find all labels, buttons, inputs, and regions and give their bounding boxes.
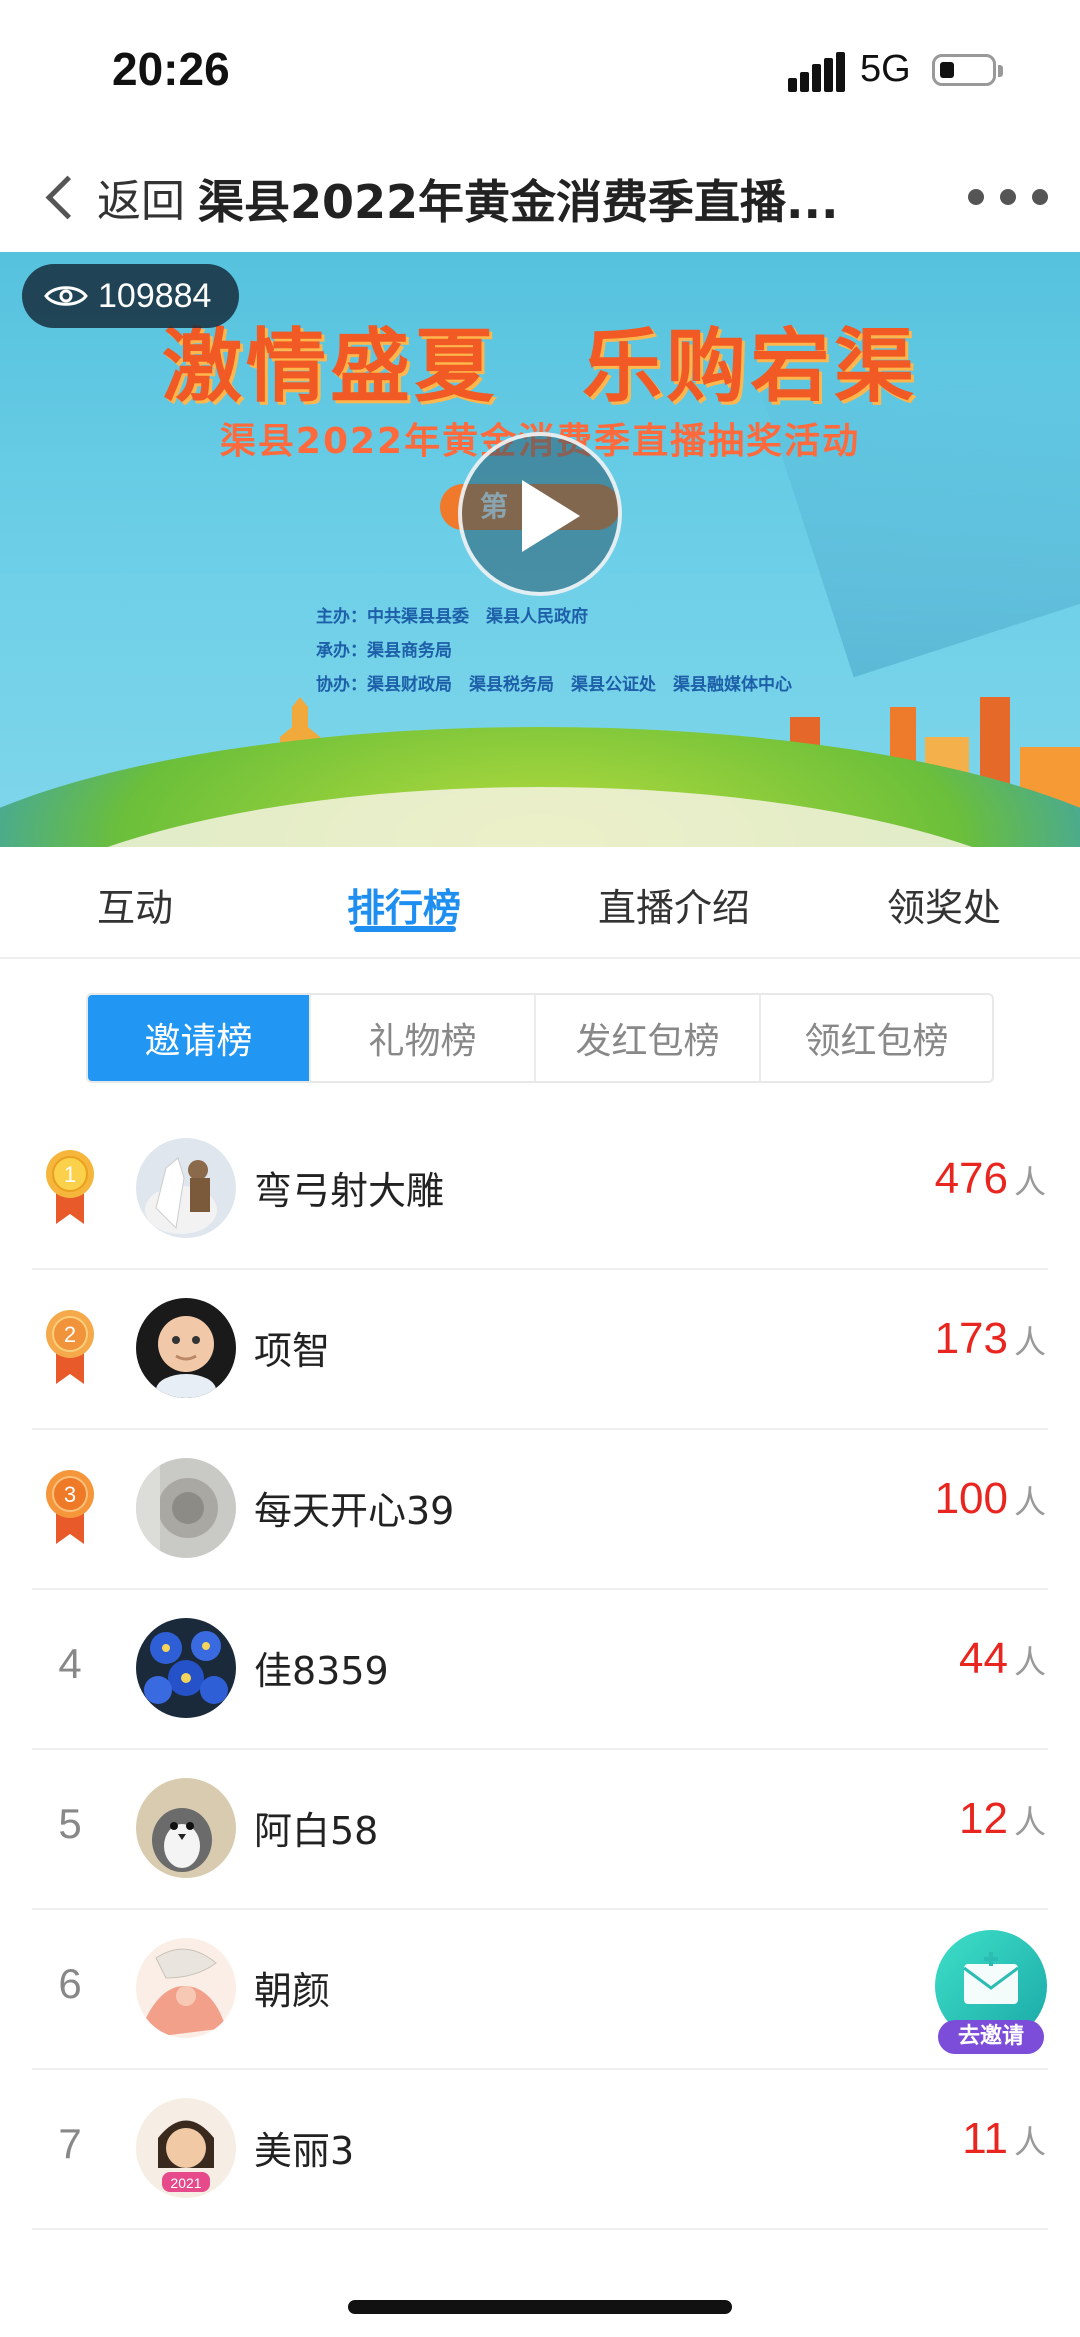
banner-organizer-line: 承办：渠县商务局 [316, 641, 452, 661]
battery-icon [932, 54, 1003, 86]
network-label: 5G [860, 48, 911, 90]
gold-medal-icon: 1 [46, 1150, 94, 1224]
avatar [136, 1618, 236, 1718]
invite-count: 476 人 [934, 1154, 1046, 1203]
tab-ranking[interactable]: 排行榜 [347, 877, 461, 932]
user-name: 每天开心39 [254, 1489, 455, 1533]
invite-count: 11 人 [962, 2114, 1046, 2163]
board-tab-gift[interactable]: 礼物榜 [311, 995, 537, 1081]
user-name: 朝颜 [254, 1969, 331, 2013]
bronze-medal-icon: 3 [46, 1470, 94, 1544]
view-count-badge: 109884 [22, 264, 240, 328]
live-video-banner[interactable]: 激情盛夏 乐购宕渠 渠县2022年黄金消费季直播抽奖活动 第 主办：中共渠县县委… [0, 252, 1080, 847]
invite-label: 去邀请 [957, 2024, 1024, 2049]
svg-text:2021: 2021 [170, 2175, 201, 2191]
view-count: 109884 [98, 276, 212, 315]
rank-number: 4 [58, 1640, 82, 1687]
avatar [136, 1778, 236, 1878]
user-name: 项智 [254, 1329, 331, 1373]
invite-count: 100 人 [934, 1474, 1046, 1523]
play-button[interactable] [458, 432, 622, 596]
rank-number: 1 [64, 1162, 76, 1187]
avatar: 2021 [136, 2098, 236, 2198]
ranking-row[interactable]: 5 阿白58 12 人 [0, 1750, 1080, 1910]
home-indicator [348, 2300, 732, 2314]
avatar [136, 1138, 236, 1238]
nav-bar: 返回 渠县2022年黄金消费季直播... [0, 140, 1080, 252]
page-title: 渠县2022年黄金消费季直播... [198, 175, 839, 229]
avatar [136, 1458, 236, 1558]
play-icon [522, 480, 580, 552]
status-time: 20:26 [112, 43, 230, 95]
active-tab-indicator [354, 926, 456, 932]
rank-number: 6 [58, 1960, 82, 2007]
rank-number: 3 [64, 1482, 76, 1507]
invite-count: 44 人 [959, 1634, 1046, 1683]
ranking-row[interactable]: 6 朝颜 [0, 1910, 1080, 2070]
back-label: 返回 [97, 176, 185, 227]
user-name: 佳8359 [254, 1649, 389, 1693]
banner-organizer-line: 主办：中共渠县县委 渠县人民政府 [316, 607, 588, 627]
eye-icon [44, 286, 88, 306]
tab-interaction[interactable]: 互动 [97, 877, 173, 932]
rank-number: 2 [64, 1322, 76, 1347]
tab-live-intro[interactable]: 直播介绍 [598, 877, 750, 932]
signal-icon [788, 52, 845, 92]
tab-prize-claim[interactable]: 领奖处 [887, 877, 1001, 932]
invite-button[interactable]: 去邀请 [932, 1930, 1050, 2056]
ranking-row[interactable]: 7 2021 美丽3 11 人 [0, 2070, 1080, 2230]
back-button[interactable]: 返回 [40, 162, 185, 232]
chevron-left-icon [45, 175, 90, 219]
user-name: 阿白58 [254, 1809, 379, 1853]
main-tabs: 互动 排行榜 直播介绍 领奖处 [0, 847, 1080, 959]
more-dots-icon [968, 189, 984, 205]
invite-count: 173 人 [934, 1314, 1046, 1363]
avatar [136, 1938, 236, 2038]
rank-number: 5 [58, 1800, 82, 1847]
user-name: 美丽3 [254, 2129, 355, 2173]
ranking-row[interactable]: 3 每天开心39 100 人 [0, 1430, 1080, 1590]
status-bar: 20:26 5G [0, 0, 1080, 140]
rank-number: 7 [58, 2120, 82, 2167]
board-tab-receive-redpacket[interactable]: 领红包榜 [761, 995, 992, 1081]
silver-medal-icon: 2 [46, 1310, 94, 1384]
board-segmented-control: 邀请榜 礼物榜 发红包榜 领红包榜 [86, 993, 994, 1083]
board-tab-send-redpacket[interactable]: 发红包榜 [536, 995, 762, 1081]
ranking-row[interactable]: 4 佳8359 44 人 [0, 1590, 1080, 1750]
ranking-row[interactable]: 2 项智 173 人 [0, 1270, 1080, 1430]
invite-count: 12 人 [959, 1794, 1046, 1843]
avatar [136, 1298, 236, 1398]
board-tab-invite[interactable]: 邀请榜 [88, 995, 312, 1081]
more-button[interactable] [968, 182, 1048, 212]
user-name: 弯弓射大雕 [254, 1169, 445, 1213]
ranking-row[interactable]: 1 弯弓射大雕 476 人 [0, 1110, 1080, 1270]
